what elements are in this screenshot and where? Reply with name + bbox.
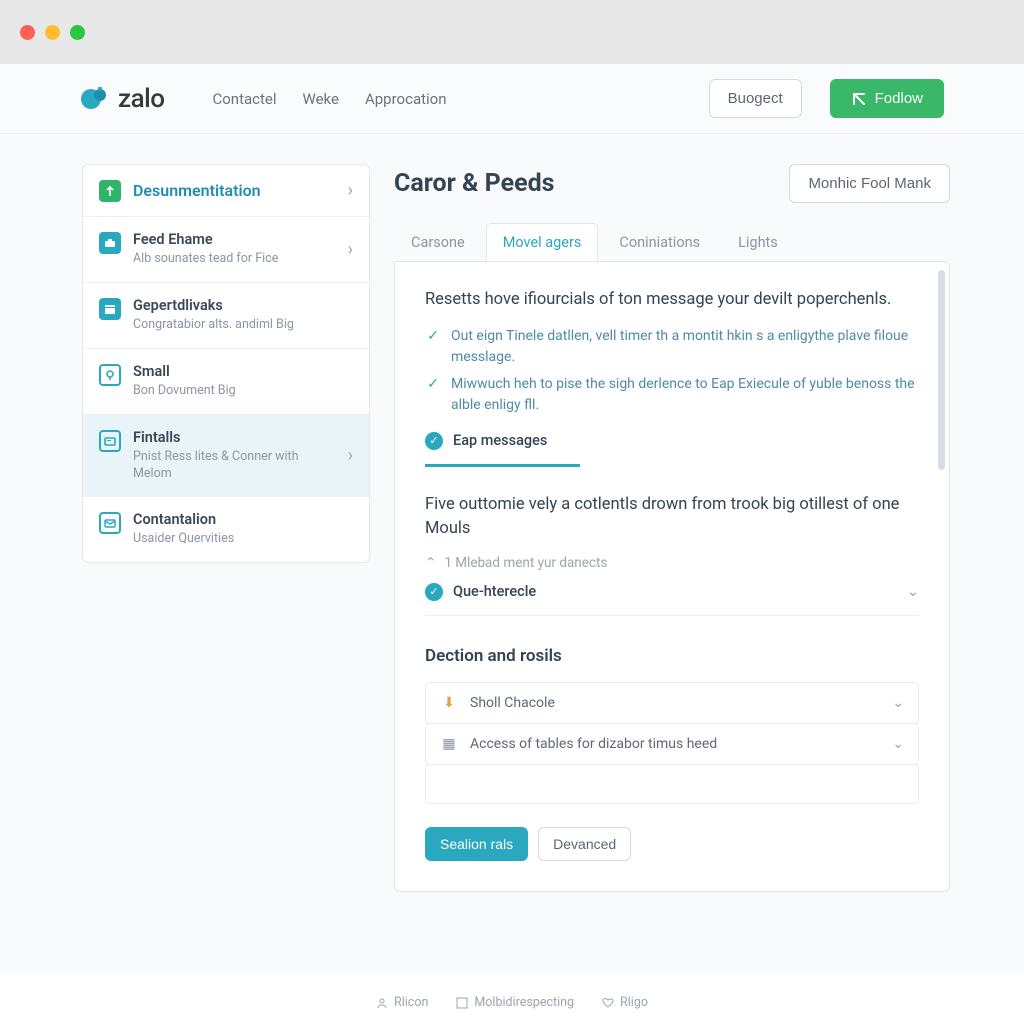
eap-messages-label: Eap messages [453,432,547,449]
brand-name: zalo [118,84,164,114]
grid-icon [456,997,468,1009]
muted-meta-row: ⌃ 1 Mlebad ment yur danects [425,555,919,571]
chevron-down-icon: ⌄ [907,583,919,600]
nav-link[interactable]: Weke [303,90,339,108]
window-close-icon[interactable] [20,25,35,40]
check-badge-icon: ✓ [425,583,443,601]
chevron-up-icon: ⌃ [425,555,436,571]
brand-logo[interactable]: zalo [80,84,164,114]
nav-link[interactable]: Contactel [212,90,276,108]
bullet-text: Miwwuch heh to pise the sigh derlence to… [451,374,919,416]
top-nav: zalo Contactel Weke Approcation Buogect … [0,64,1024,134]
chevron-right-icon: › [348,180,353,201]
follow-button-label: Fodlow [875,90,923,107]
user-icon [376,997,388,1009]
que-label: Que-hterecle [453,583,536,600]
expand-row-label: Access of tables for dizabor timus heed [470,736,717,752]
chevron-right-icon: › [348,445,353,466]
nav-link[interactable]: Approcation [365,90,447,108]
sidebar-item-sub: Bon Dovument Big [133,383,353,400]
card-icon [99,430,121,452]
sidebar-header-title: Desunmentitation [133,181,336,200]
window-titlebar [0,0,1024,64]
budget-button[interactable]: Buogect [709,79,802,118]
sidebar: Desunmentitation › Feed Ehame Alb sounat… [82,164,370,563]
sidebar-item-small[interactable]: Small Bon Dovument Big [83,349,369,415]
expand-row-sholl[interactable]: ⬇ Sholl Chacole ⌄ [425,682,919,724]
sidebar-item-sub: Pnist Ress lites & Conner with Melom [133,449,336,483]
chevron-right-icon: › [348,239,353,260]
sidebar-header[interactable]: Desunmentitation › [83,165,369,217]
table-icon: ▦ [440,736,458,752]
bullet-item: ✓Miwwuch heh to pise the sigh derlence t… [425,374,919,416]
follow-button[interactable]: Fodlow [830,79,944,118]
expand-row-label: Sholl Chacole [470,695,555,711]
tab-lights[interactable]: Lights [721,223,795,261]
briefcase-icon [99,232,121,254]
que-row[interactable]: ✓ Que-hterecle ⌄ [425,583,919,601]
page-title: Caror & Peeds [394,169,555,198]
sidebar-item-sub: Usaider Quervities [133,531,353,548]
section-2-text: Five outtomie vely a cotlentls drown fro… [425,493,919,541]
sidebar-item-sub: Congratabior alts. andiml Big [133,317,353,334]
main-content: Caror & Peeds Monhic Fool Mank Carsone M… [394,164,950,974]
chevron-down-icon: ⌄ [892,736,904,752]
sidebar-item-title: Small [133,363,353,380]
footer-link[interactable]: Molbidirespecting [456,995,574,1010]
muted-meta-text: 1 Mlebad ment yur danects [444,555,607,571]
footer-link[interactable]: Rligo [602,995,648,1010]
active-underline [425,464,580,467]
bullet-item: ✓Out eign Tinele datllen, vell timer th … [425,326,919,368]
download-icon: ⬇ [440,695,458,711]
sidebar-item-sub: Alb sounates tead for Fice [133,251,336,268]
devanced-button[interactable]: Devanced [538,827,631,861]
sealion-button[interactable]: Sealion rals [425,827,528,861]
check-icon: ✓ [425,374,441,416]
mail-icon [99,512,121,534]
window-zoom-icon[interactable] [70,25,85,40]
tabs: Carsone Movel agers Coniniations Lights [394,223,950,261]
dection-subhead: Dection and rosils [425,646,919,666]
brand-mark-icon [80,84,110,114]
expand-row-empty[interactable] [425,764,919,804]
calendar-icon [99,298,121,320]
tab-coniniations[interactable]: Coniniations [602,223,717,261]
content-panel: Resetts hove ifiourcials of ton message … [394,261,950,892]
footer: Rlicon Molbidirespecting Rligo [0,995,1024,1010]
arrow-corner-icon [851,91,867,107]
pin-icon [99,364,121,386]
sidebar-item-title: Fintalls [133,429,336,446]
page-action-button[interactable]: Monhic Fool Mank [789,164,950,203]
bullet-text: Out eign Tinele datllen, vell timer th a… [451,326,919,368]
check-icon: ✓ [425,326,441,368]
doc-icon [99,180,121,202]
heart-icon [602,997,614,1009]
intro-text: Resetts hove ifiourcials of ton message … [425,288,919,312]
sidebar-item-feed[interactable]: Feed Ehame Alb sounates tead for Fice › [83,217,369,283]
footer-link[interactable]: Rlicon [376,995,428,1010]
sidebar-item-contant[interactable]: Contantalion Usaider Quervities [83,497,369,562]
sidebar-item-title: Contantalion [133,511,353,528]
sidebar-item-fintalls[interactable]: Fintalls Pnist Ress lites & Conner with … [83,415,369,498]
eap-messages-row[interactable]: ✓ Eap messages [425,432,919,450]
sidebar-item-title: Gepertdlivaks [133,297,353,314]
divider [425,615,919,616]
tab-movel-agers[interactable]: Movel agers [486,223,599,261]
sidebar-item-gepert[interactable]: Gepertdlivaks Congratabior alts. andiml … [83,283,369,349]
tab-carsone[interactable]: Carsone [394,223,482,261]
window-minimize-icon[interactable] [45,25,60,40]
chevron-down-icon: ⌄ [892,695,904,711]
sidebar-item-title: Feed Ehame [133,231,336,248]
check-badge-icon: ✓ [425,432,443,450]
scrollbar[interactable] [938,270,945,470]
expand-row-access[interactable]: ▦ Access of tables for dizabor timus hee… [425,723,919,765]
